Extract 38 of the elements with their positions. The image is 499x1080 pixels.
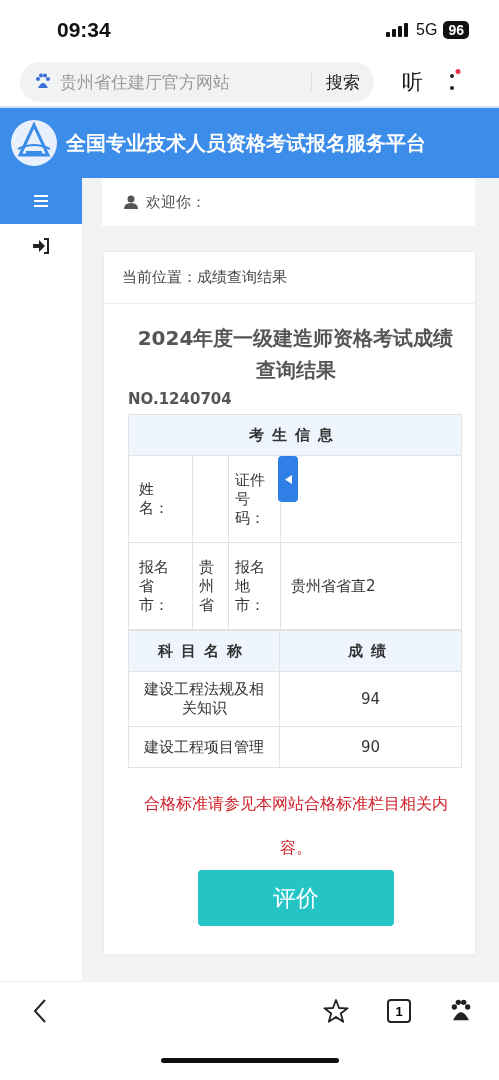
notice-text: 合格标准请参见本网站合格标准栏目相关内容。 [142, 793, 449, 859]
column-header: 科目名称 [128, 630, 280, 672]
search-button[interactable]: 搜索 [320, 70, 360, 94]
listen-button[interactable]: 听 [388, 68, 423, 96]
logo-icon [10, 119, 58, 167]
status-time: 09:34 [57, 18, 111, 42]
user-icon [124, 195, 138, 209]
signal-icon [386, 23, 411, 37]
paw-icon [34, 73, 52, 91]
tabs-count-button[interactable]: 1 [387, 999, 411, 1023]
table-heading: 考生信息 [128, 414, 462, 456]
table-cell: 建设工程项目管理 [128, 726, 280, 768]
address-field[interactable]: 贵州省住建厅官方网站 搜索 [20, 62, 374, 102]
menu-icon [34, 195, 48, 207]
table-cell: 建设工程法规及相关知识 [128, 671, 280, 727]
caret-icon [284, 474, 292, 484]
star-icon[interactable] [323, 998, 349, 1024]
paw-icon[interactable] [449, 999, 473, 1023]
result-number: NO.1240704 [128, 390, 233, 408]
collapse-handle[interactable] [278, 456, 298, 502]
result-title: 2024年度一级建造师资格考试成绩查询结果 [136, 325, 455, 384]
back-icon[interactable] [32, 998, 48, 1024]
welcome-text: 欢迎你： [146, 192, 206, 212]
table-cell: 姓名： [128, 455, 193, 543]
table-cell: 报名省市： [128, 542, 193, 630]
menu-button[interactable] [0, 178, 82, 224]
table-cell: 贵州省省直2 [280, 542, 462, 630]
address-text: 贵州省住建厅官方网站 [60, 70, 231, 94]
column-header: 成绩 [279, 630, 462, 672]
table-cell: 报名地市： [228, 542, 281, 630]
battery-indicator: 96 [443, 21, 469, 39]
site-title: 全国专业技术人员资格考试报名服务平台 [66, 130, 426, 157]
login-icon[interactable] [32, 238, 50, 254]
table-cell: 94 [279, 671, 462, 727]
network-label: 5G [416, 21, 438, 39]
table-cell: 90 [279, 726, 462, 768]
table-cell: 贵州省 [192, 542, 229, 630]
breadcrumb: 当前位置：成绩查询结果 [104, 252, 475, 304]
